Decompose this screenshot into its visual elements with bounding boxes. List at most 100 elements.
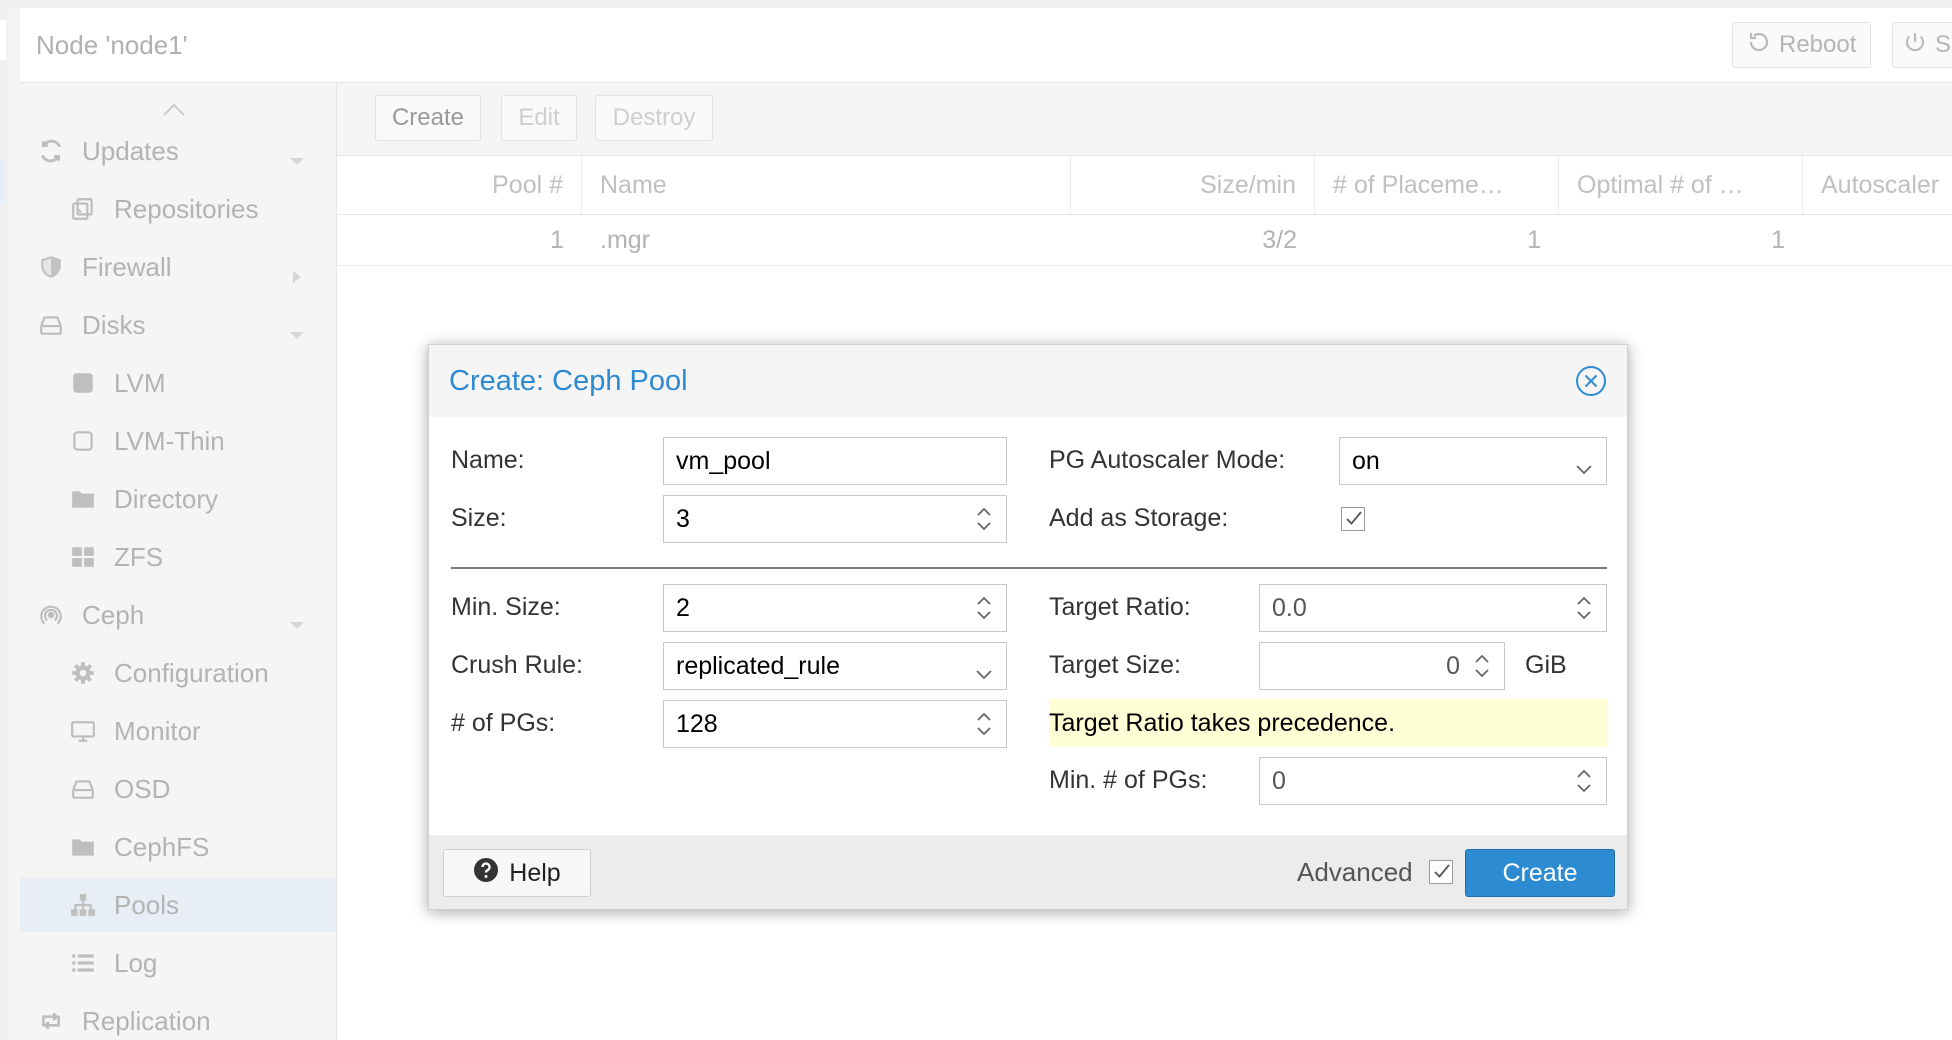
create-ceph-pool-dialog: Create: Ceph Pool Name: vm_pool Size: 3 … xyxy=(428,344,1628,910)
checkmark-icon xyxy=(1346,511,1362,525)
target-ratio-value: 0.0 xyxy=(1272,593,1307,622)
autoscaler-mode-select[interactable]: on xyxy=(1339,437,1607,485)
cell-size-min: 3/2 xyxy=(1262,225,1297,254)
scroll-up-icon[interactable] xyxy=(162,103,186,117)
help-label: Help xyxy=(509,858,561,887)
sidebar-item-updates[interactable]: Updates xyxy=(20,124,336,178)
cell-optimal-pgs: 1 xyxy=(1771,225,1785,254)
sidebar-item-lvm-thin[interactable]: LVM-Thin xyxy=(20,414,336,468)
dialog-footer: Help Advanced Create xyxy=(429,835,1627,909)
column-header-placement-groups[interactable]: # of Placeme… xyxy=(1315,156,1559,214)
sitemap-icon xyxy=(70,892,96,918)
chevron-down-icon xyxy=(974,659,994,680)
target-ratio-spinner[interactable]: 0.0 xyxy=(1259,584,1607,632)
help-button[interactable]: Help xyxy=(443,849,591,897)
crush-rule-label: Crush Rule: xyxy=(451,651,583,679)
sidebar-item-firewall[interactable]: Firewall xyxy=(20,240,336,294)
sidebar-item-ceph[interactable]: Ceph xyxy=(20,588,336,642)
column-header-pool-number[interactable]: Pool # xyxy=(337,156,582,214)
chevron-down-icon xyxy=(1574,454,1594,475)
left-edge-selected-mark xyxy=(0,160,6,206)
drive-icon xyxy=(70,776,96,802)
column-header-size-min[interactable]: Size/min xyxy=(1071,156,1315,214)
shutdown-button[interactable]: S xyxy=(1892,22,1952,68)
edit-pool-button[interactable]: Edit xyxy=(501,95,577,141)
column-header-optimal-pgs[interactable]: Optimal # of … xyxy=(1559,156,1803,214)
sidebar-item-label: Monitor xyxy=(114,715,201,746)
min-size-spinner[interactable]: 2 xyxy=(663,584,1007,632)
sidebar-item-label: Directory xyxy=(114,483,219,514)
destroy-pool-button[interactable]: Destroy xyxy=(595,95,713,141)
create-button[interactable]: Create xyxy=(1465,849,1615,897)
help-icon xyxy=(473,857,499,890)
spinner-arrows-icon[interactable] xyxy=(1574,762,1594,800)
pgs-spinner[interactable]: 128 xyxy=(663,700,1007,748)
sidebar-item-repositories[interactable]: Repositories xyxy=(20,182,336,236)
table-row[interactable]: 1 .mgr 3/2 1 1 xyxy=(337,215,1952,266)
reboot-icon xyxy=(1747,30,1771,61)
target-ratio-notice: Target Ratio takes precedence. xyxy=(1049,699,1607,747)
target-ratio-label: Target Ratio: xyxy=(1049,593,1191,621)
gear-icon xyxy=(70,660,96,686)
monitor-icon xyxy=(70,718,96,744)
grid-toolbar: Create Edit Destroy xyxy=(337,83,1952,156)
sidebar-item-label: Configuration xyxy=(114,657,269,688)
sidebar-item-directory[interactable]: Directory xyxy=(20,472,336,526)
spinner-arrows-icon[interactable] xyxy=(974,589,994,627)
folder-icon xyxy=(70,486,96,512)
spinner-arrows-icon[interactable] xyxy=(1574,589,1594,627)
sidebar-item-cephfs[interactable]: CephFS xyxy=(20,820,336,874)
notice-text: Target Ratio takes precedence. xyxy=(1049,708,1396,737)
left-edge-mark xyxy=(0,20,6,60)
size-label: Size: xyxy=(451,504,507,532)
sidebar-item-disks[interactable]: Disks xyxy=(20,298,336,352)
autoscaler-mode-value: on xyxy=(1352,446,1380,475)
add-as-storage-checkbox[interactable] xyxy=(1341,507,1365,531)
node-sidebar: Updates Repositories Firewall Disks LVM … xyxy=(20,83,337,1040)
sidebar-item-log[interactable]: Log xyxy=(20,936,336,990)
sidebar-item-zfs[interactable]: ZFS xyxy=(20,530,336,584)
column-header-autoscaler[interactable]: Autoscaler xyxy=(1803,156,1952,214)
close-icon[interactable] xyxy=(1575,365,1607,397)
min-pgs-spinner[interactable]: 0 xyxy=(1259,757,1607,805)
name-field[interactable]: vm_pool xyxy=(663,437,1007,485)
sidebar-item-pools[interactable]: Pools xyxy=(20,878,336,932)
sidebar-item-osd[interactable]: OSD xyxy=(20,762,336,816)
pgs-label: # of PGs: xyxy=(451,709,556,737)
advanced-label: Advanced xyxy=(1297,857,1413,887)
chevron-down-icon xyxy=(288,608,306,629)
sidebar-item-configuration[interactable]: Configuration xyxy=(20,646,336,700)
crush-rule-select[interactable]: replicated_rule xyxy=(663,642,1007,690)
spinner-arrows-icon[interactable] xyxy=(974,500,994,538)
sidebar-item-label: CephFS xyxy=(114,831,210,862)
sidebar-item-lvm[interactable]: LVM xyxy=(20,356,336,410)
sidebar-item-label: Updates xyxy=(82,135,179,166)
shield-icon xyxy=(38,254,64,280)
sidebar-item-replication[interactable]: Replication xyxy=(20,994,336,1040)
sidebar-item-label: Pools xyxy=(114,889,180,920)
column-header-name[interactable]: Name xyxy=(582,156,1071,214)
create-pool-button[interactable]: Create xyxy=(375,95,481,141)
square-filled-icon xyxy=(70,370,96,396)
grid-header: Pool # Name Size/min # of Placeme… Optim… xyxy=(337,156,1952,215)
shutdown-label: S xyxy=(1935,31,1952,58)
drive-icon xyxy=(38,312,64,338)
left-edge xyxy=(0,8,8,1040)
spinner-arrows-icon[interactable] xyxy=(974,705,994,743)
reboot-button[interactable]: Reboot xyxy=(1732,22,1872,68)
size-spinner[interactable]: 3 xyxy=(663,495,1007,543)
target-size-value: 0 xyxy=(1446,651,1460,680)
advanced-checkbox[interactable] xyxy=(1429,860,1453,884)
spinner-arrows-icon[interactable] xyxy=(1472,647,1492,685)
checkmark-icon xyxy=(1434,864,1450,878)
list-icon xyxy=(70,950,96,976)
name-label: Name: xyxy=(451,446,525,474)
target-size-spinner[interactable]: 0 xyxy=(1259,642,1505,690)
cell-pool-number: 1 xyxy=(550,225,564,254)
add-as-storage-label: Add as Storage: xyxy=(1049,504,1229,532)
sidebar-item-label: Repositories xyxy=(114,193,259,224)
dialog-title: Create: Ceph Pool xyxy=(449,365,688,397)
name-value: vm_pool xyxy=(676,446,771,475)
sidebar-item-monitor[interactable]: Monitor xyxy=(20,704,336,758)
power-icon xyxy=(1903,30,1927,61)
